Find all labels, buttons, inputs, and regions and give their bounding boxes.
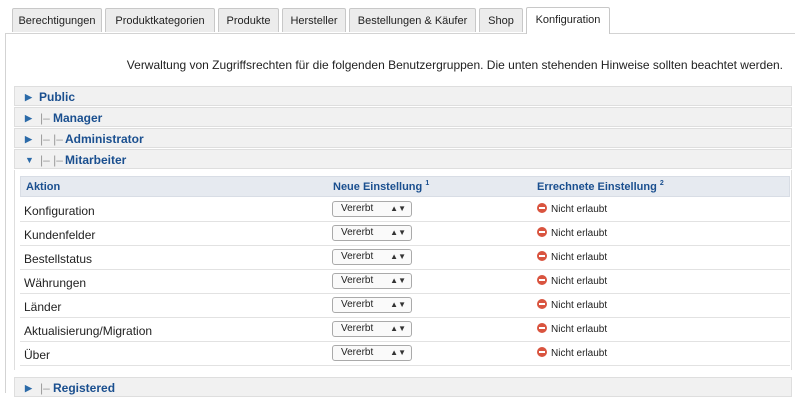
tree-indent: |– |– <box>40 132 63 146</box>
group-mitarbeiter[interactable]: ▼ |– |– Mitarbeiter <box>14 149 792 169</box>
group-administrator[interactable]: ▶ |– |– Administrator <box>14 128 792 148</box>
group-name: Manager <box>53 111 103 125</box>
table-row: Über Vererbt ▲▼ Nicht erlaubt <box>20 342 790 366</box>
group-name: Mitarbeiter <box>65 153 127 167</box>
select-arrows-icon: ▲▼ <box>390 348 406 357</box>
action-label: Länder <box>24 300 62 314</box>
group-manager[interactable]: ▶ |– Manager <box>14 107 792 127</box>
computed-status: Nicht erlaubt <box>537 203 607 215</box>
tab-bestellungen[interactable]: Bestellungen & Käufer <box>349 8 476 32</box>
table-row: Bestellstatus Vererbt ▲▼ Nicht erlaubt <box>20 246 790 270</box>
tab-produkte[interactable]: Produkte <box>218 8 279 32</box>
select-arrows-icon: ▲▼ <box>390 252 406 261</box>
select-arrows-icon: ▲▼ <box>390 300 406 309</box>
group-public[interactable]: ▶ Public <box>14 86 792 106</box>
select-arrows-icon: ▲▼ <box>390 276 406 285</box>
group-registered[interactable]: ▶ |– Registered <box>14 377 792 397</box>
action-label: Kundenfelder <box>24 228 96 242</box>
select-arrows-icon: ▲▼ <box>390 324 406 333</box>
tab-berechtigungen[interactable]: Berechtigungen <box>12 8 102 32</box>
table-row: Kundenfelder Vererbt ▲▼ Nicht erlaubt <box>20 222 790 246</box>
tab-produktkategorien[interactable]: Produktkategorien <box>105 8 215 32</box>
table-row: Aktualisierung/Migration Vererbt ▲▼ Nicht… <box>20 318 790 342</box>
column-header-computed-setting: Errechnete Einstellung 2 <box>537 180 664 193</box>
computed-status: Nicht erlaubt <box>537 275 607 287</box>
triangle-right-icon: ▶ <box>25 92 32 102</box>
column-header-action: Aktion <box>26 181 61 193</box>
action-label: Über <box>24 348 51 362</box>
setting-select[interactable]: Vererbt ▲▼ <box>332 249 412 265</box>
action-label: Währungen <box>24 276 87 290</box>
triangle-down-icon: ▼ <box>25 155 34 165</box>
table-header: Aktion Neue Einstellung 1 Errechnete Ein… <box>20 176 790 197</box>
group-name: Administrator <box>65 132 144 146</box>
action-label: Konfiguration <box>24 204 95 218</box>
setting-select[interactable]: Vererbt ▲▼ <box>332 321 412 337</box>
setting-select[interactable]: Vererbt ▲▼ <box>332 225 412 241</box>
triangle-right-icon: ▶ <box>25 383 32 393</box>
deny-icon <box>537 203 547 213</box>
deny-icon <box>537 323 547 333</box>
footnote-marker: 2 <box>659 180 664 187</box>
intro-text: Verwaltung von Zugriffsrechten für die f… <box>126 58 783 72</box>
column-header-new-setting: Neue Einstellung 1 <box>333 180 430 193</box>
tab-hersteller[interactable]: Hersteller <box>282 8 346 32</box>
table-row: Konfiguration Vererbt ▲▼ Nicht erlaubt <box>20 198 790 222</box>
tree-indent: |– <box>40 381 50 395</box>
computed-status: Nicht erlaubt <box>537 299 607 311</box>
deny-icon <box>537 347 547 357</box>
triangle-right-icon: ▶ <box>25 113 32 123</box>
deny-icon <box>537 227 547 237</box>
tab-konfiguration[interactable]: Konfiguration <box>526 7 610 34</box>
setting-select[interactable]: Vererbt ▲▼ <box>332 345 412 361</box>
setting-select[interactable]: Vererbt ▲▼ <box>332 201 412 217</box>
setting-select[interactable]: Vererbt ▲▼ <box>332 273 412 289</box>
select-arrows-icon: ▲▼ <box>390 204 406 213</box>
computed-status: Nicht erlaubt <box>537 323 607 335</box>
footnote-marker: 1 <box>425 180 430 187</box>
table-row: Länder Vererbt ▲▼ Nicht erlaubt <box>20 294 790 318</box>
table-row: Währungen Vererbt ▲▼ Nicht erlaubt <box>20 270 790 294</box>
setting-select[interactable]: Vererbt ▲▼ <box>332 297 412 313</box>
computed-status: Nicht erlaubt <box>537 227 607 239</box>
action-label: Aktualisierung/Migration <box>24 324 153 338</box>
tab-shop[interactable]: Shop <box>479 8 523 32</box>
group-name: Public <box>39 90 76 104</box>
computed-status: Nicht erlaubt <box>537 347 607 359</box>
tab-bar: Berechtigungen Produktkategorien Produkt… <box>4 0 794 34</box>
deny-icon <box>537 251 547 261</box>
tree-indent: |– <box>40 111 50 125</box>
group-name: Registered <box>53 381 116 395</box>
action-label: Bestellstatus <box>24 252 93 266</box>
select-arrows-icon: ▲▼ <box>390 228 406 237</box>
triangle-right-icon: ▶ <box>25 134 32 144</box>
tree-indent: |– |– <box>40 153 63 167</box>
deny-icon <box>537 275 547 285</box>
deny-icon <box>537 299 547 309</box>
computed-status: Nicht erlaubt <box>537 251 607 263</box>
